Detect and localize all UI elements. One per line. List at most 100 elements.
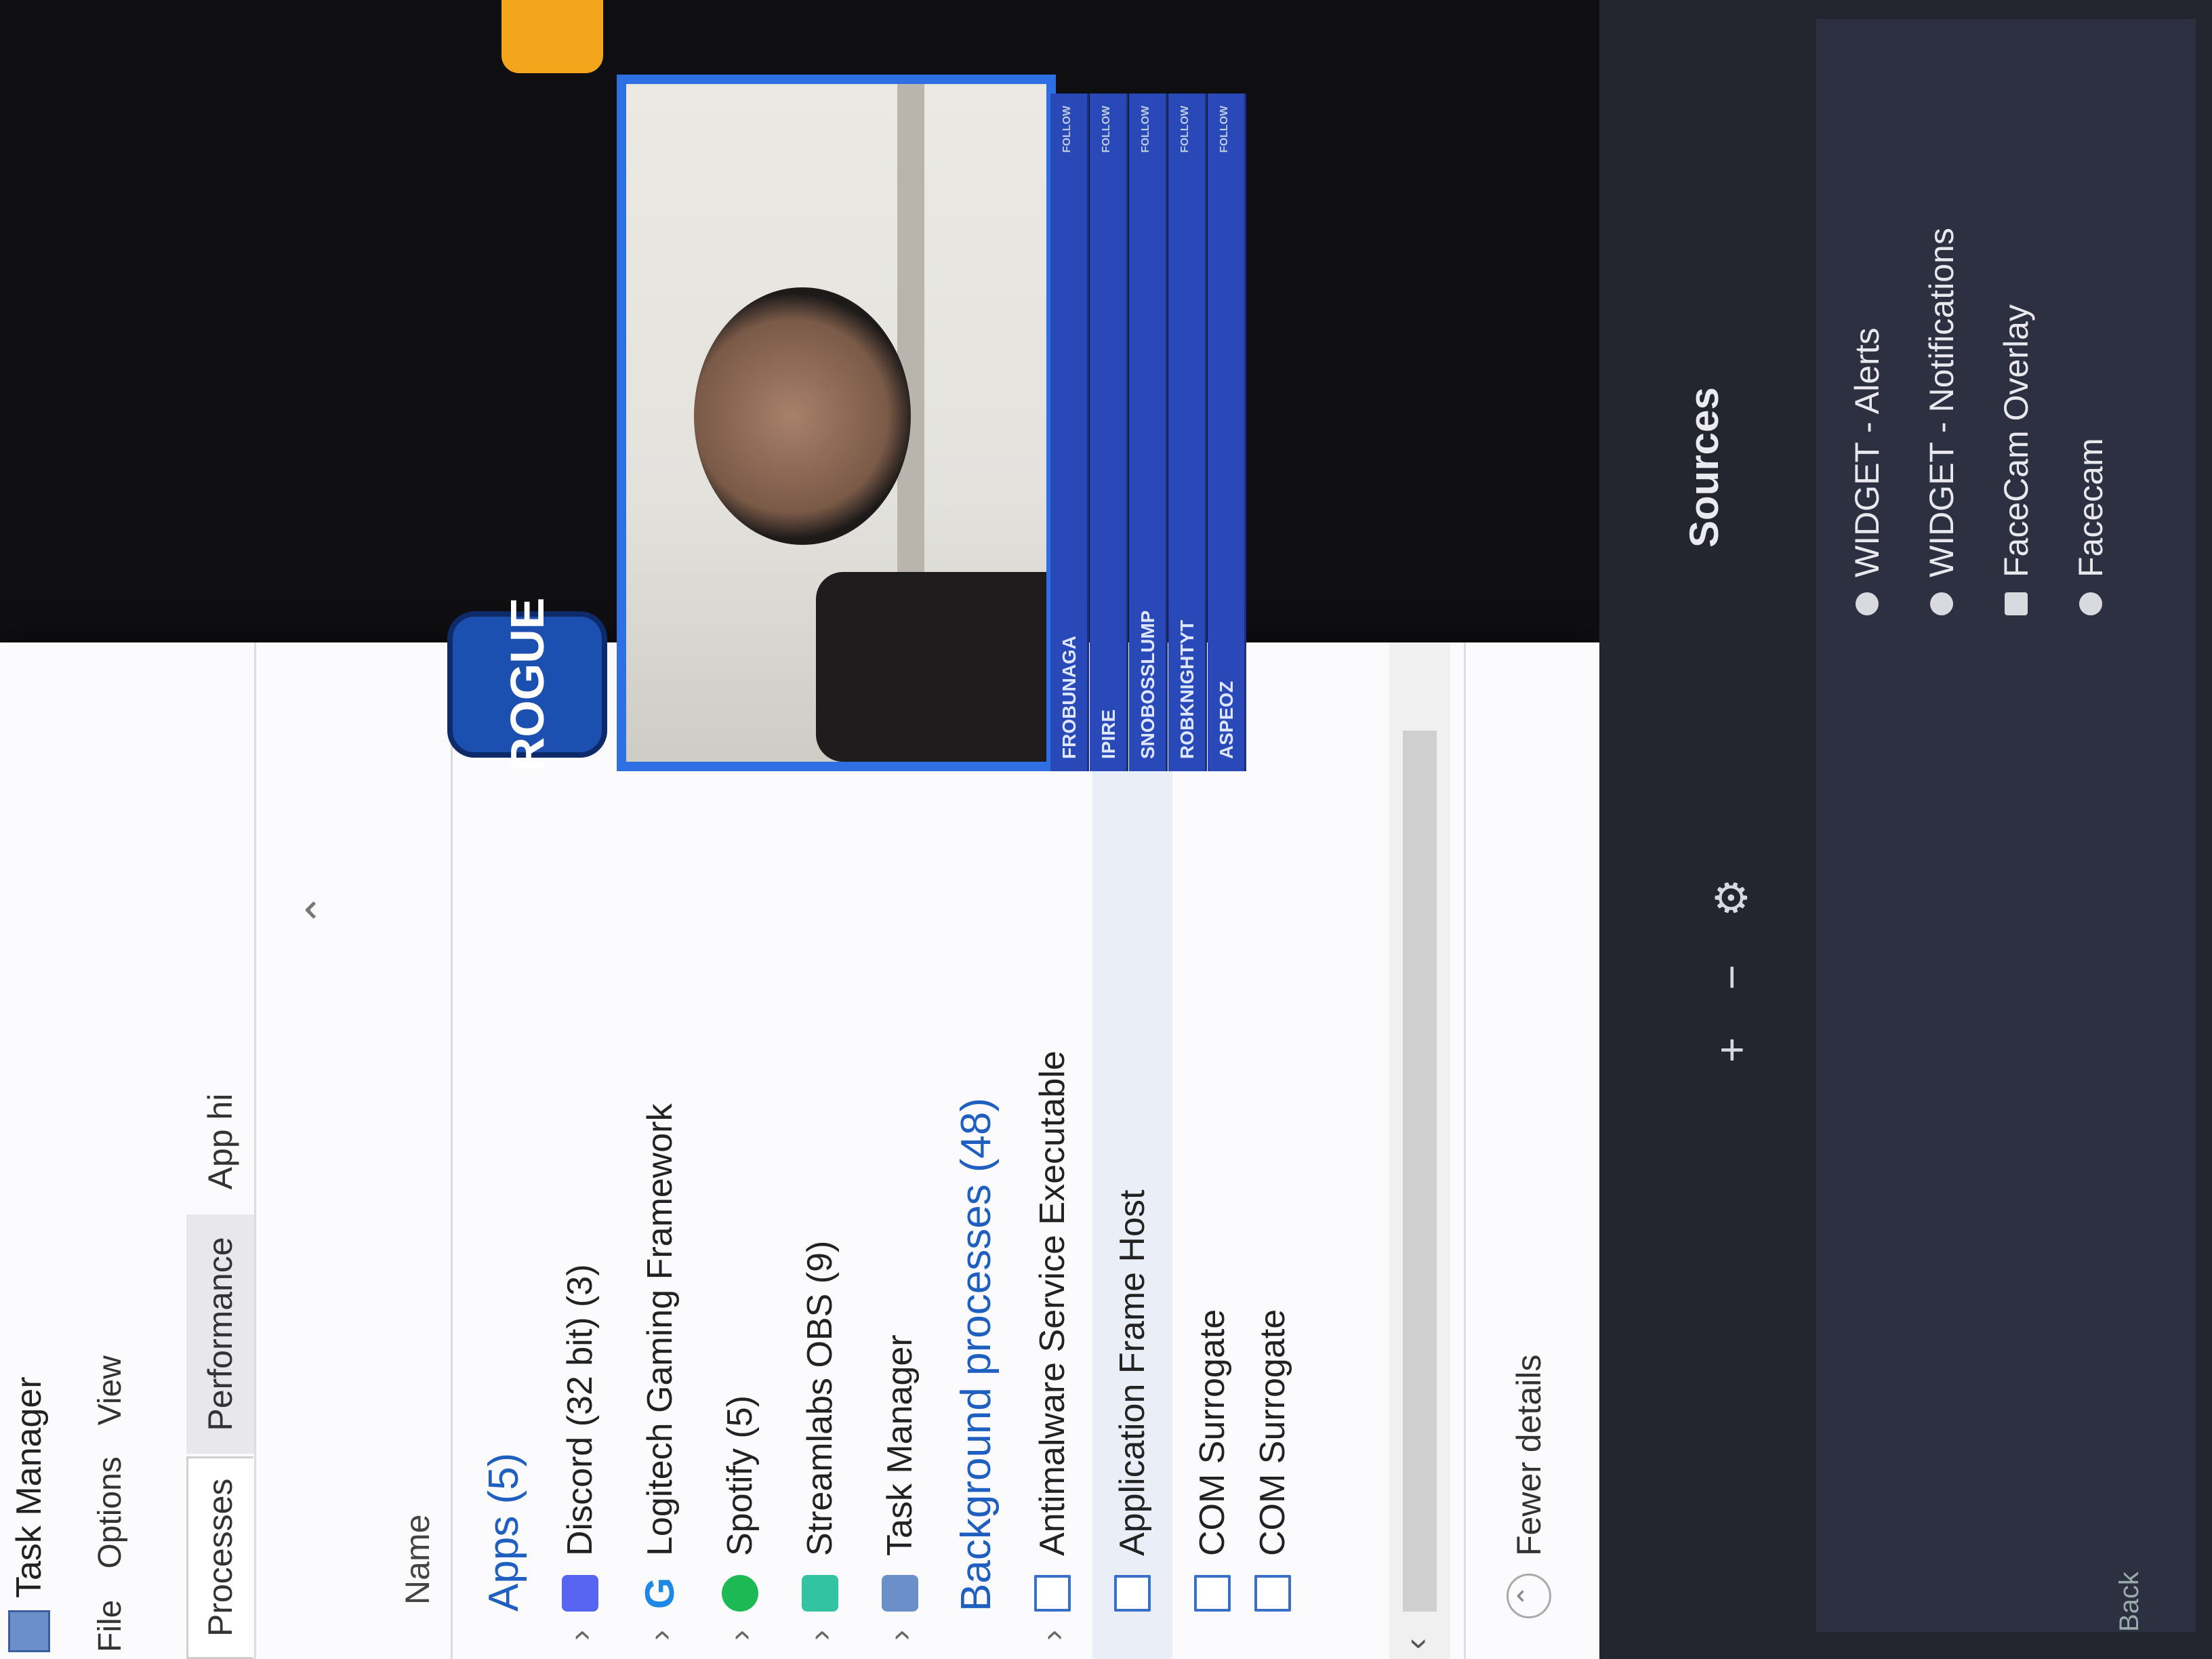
- tab-processes[interactable]: Processes: [186, 1456, 254, 1659]
- process-row[interactable]: Application Frame Host: [1092, 642, 1172, 1659]
- streamlabs-icon: [802, 1575, 838, 1612]
- chevron-right-icon[interactable]: ›: [642, 1612, 679, 1659]
- sources-title: Sources: [1681, 387, 1727, 548]
- task-manager-icon: [8, 1610, 50, 1652]
- back-label[interactable]: Back: [2114, 1572, 2145, 1632]
- logitech-icon: G: [637, 1577, 682, 1610]
- apps-group-header: Apps (5): [480, 1452, 527, 1612]
- follower-row: ROBKNIGHTYT FOLLOW: [1168, 94, 1207, 771]
- tab-bar: Processes Performance App hi: [173, 642, 256, 1659]
- menu-view[interactable]: View: [91, 1355, 129, 1425]
- process-row[interactable]: › Antimalware Service Executable: [1012, 642, 1092, 1659]
- follower-name: IPIRE: [1098, 709, 1119, 759]
- process-row[interactable]: › Streamlabs OBS (9): [780, 642, 860, 1659]
- globe-icon: [1856, 592, 1879, 615]
- scrollbar-thumb[interactable]: [1403, 731, 1437, 1612]
- menu-bar: File Options View: [91, 1355, 129, 1652]
- season-badge: FALL 2018: [501, 0, 603, 73]
- chevron-right-icon[interactable]: ›: [722, 1612, 759, 1659]
- scroll-left-icon[interactable]: ‹: [1396, 1638, 1435, 1650]
- horizontal-scrollbar[interactable]: ‹: [1389, 642, 1450, 1659]
- process-name: Streamlabs OBS (9): [800, 1240, 840, 1556]
- process-row[interactable]: COM Surrogate: [1172, 642, 1252, 1659]
- fewer-details-label: Fewer details: [1510, 1354, 1548, 1556]
- process-name: Task Manager: [880, 1334, 920, 1556]
- process-name: Antimalware Service Executable: [1033, 1050, 1072, 1556]
- process-name: Application Frame Host: [1113, 1189, 1152, 1556]
- chevron-up-circle-icon: ⌃: [1507, 1574, 1551, 1618]
- person-body: [816, 572, 1056, 762]
- fewer-details-button[interactable]: ⌃ Fewer details: [1507, 1355, 1551, 1618]
- source-name: FaceCam Overlay: [1997, 304, 2035, 577]
- window-icon: [1194, 1575, 1231, 1612]
- process-row[interactable]: COM Surrogate: [1252, 642, 1293, 1659]
- team-logo: ROGUE: [441, 598, 617, 771]
- process-name: Logitech Gaming Framework: [640, 1103, 680, 1556]
- task-manager-window: Task Manager File Options View Processes…: [0, 642, 1601, 1659]
- add-source-button[interactable]: +: [1706, 1038, 1757, 1063]
- discord-icon: [562, 1575, 598, 1612]
- obs-sources-panel: + − ⚙ Sources WIDGET - Alerts WIDGET - N…: [1599, 0, 2212, 1659]
- source-item[interactable]: WIDGET - Notifications: [1911, 228, 1972, 615]
- source-item[interactable]: FaceCam Overlay: [1986, 304, 2047, 615]
- follower-tag: FOLLOW: [1140, 106, 1151, 153]
- background-group-header: Background processes (48): [953, 1097, 1000, 1612]
- follower-name: ROBKNIGHTYT: [1176, 619, 1197, 759]
- source-name: Facecam: [2072, 438, 2110, 577]
- column-header: Name: [383, 642, 453, 1659]
- window-icon: [1114, 1575, 1151, 1612]
- remove-source-button[interactable]: −: [1706, 964, 1757, 989]
- source-name: WIDGET - Alerts: [1848, 327, 1886, 577]
- follower-row: IPIRE FOLLOW: [1090, 94, 1128, 771]
- stream-overlay-preview: FALL 2018 ROGUE FROBUNAGA FOLLOW IPIRE F…: [447, 0, 1301, 771]
- sources-list: WIDGET - Alerts WIDGET - Notifications F…: [1816, 19, 2196, 1632]
- process-list: Apps (5) › Discord (32 bit) (3) › G Logi…: [468, 642, 1293, 1659]
- menu-file[interactable]: File: [91, 1600, 129, 1652]
- process-name: Spotify (5): [720, 1395, 760, 1556]
- source-item[interactable]: WIDGET - Alerts: [1837, 327, 1898, 615]
- follower-row: ASPEOZ FOLLOW: [1208, 94, 1246, 771]
- chevron-right-icon[interactable]: ›: [882, 1612, 919, 1659]
- person-head: [694, 287, 911, 545]
- process-row[interactable]: › Discord (32 bit) (3): [540, 642, 620, 1659]
- source-name: WIDGET - Notifications: [1923, 228, 1961, 577]
- task-manager-icon: [882, 1575, 918, 1612]
- process-row[interactable]: › G Logitech Gaming Framework: [620, 642, 700, 1659]
- title-bar: Task Manager: [5, 1376, 53, 1652]
- window-icon: [1254, 1575, 1291, 1612]
- window-icon: [1034, 1575, 1071, 1612]
- follower-row: FROBUNAGA FOLLOW: [1050, 94, 1089, 771]
- rogue-logo: ROGUE: [447, 598, 607, 771]
- source-item[interactable]: Facecam: [2060, 438, 2121, 615]
- window-title: Task Manager: [9, 1376, 49, 1598]
- chevron-up-icon[interactable]: ⌃: [298, 893, 346, 927]
- follower-list: FROBUNAGA FOLLOW IPIRE FOLLOW SNOBOSSLUM…: [1050, 94, 1267, 771]
- gear-icon[interactable]: ⚙: [1706, 878, 1757, 917]
- tab-app-history[interactable]: App hi: [186, 1071, 254, 1212]
- follower-name: FROBUNAGA: [1059, 636, 1080, 759]
- column-name[interactable]: Name: [398, 1515, 437, 1605]
- menu-options[interactable]: Options: [91, 1456, 129, 1568]
- follower-tag: FOLLOW: [1218, 106, 1230, 153]
- follower-tag: FOLLOW: [1179, 106, 1191, 153]
- process-name: Discord (32 bit) (3): [560, 1264, 600, 1556]
- facecam-frame: [617, 75, 1056, 771]
- process-row[interactable]: › Task Manager: [860, 642, 940, 1659]
- screen: Task Manager File Options View Processes…: [0, 0, 2212, 1659]
- spotify-icon: [722, 1575, 758, 1612]
- chevron-right-icon[interactable]: ›: [1034, 1612, 1071, 1659]
- camera-icon: [2079, 592, 2102, 615]
- footer: ⌃ Fewer details: [1464, 642, 1601, 1659]
- follower-name: SNOBOSSLUMP: [1137, 610, 1158, 759]
- image-icon: [2005, 592, 2028, 615]
- tab-performance[interactable]: Performance: [186, 1214, 254, 1454]
- process-row[interactable]: › Spotify (5): [700, 642, 780, 1659]
- follower-tag: FOLLOW: [1061, 106, 1073, 153]
- process-name: COM Surrogate: [1193, 1309, 1232, 1556]
- chevron-right-icon[interactable]: ›: [562, 1612, 599, 1659]
- follower-name: ASPEOZ: [1216, 680, 1237, 759]
- follower-row: SNOBOSSLUMP FOLLOW: [1129, 94, 1168, 771]
- sources-toolbar: + − ⚙: [1694, 588, 1769, 1063]
- globe-icon: [1930, 592, 1953, 615]
- chevron-right-icon[interactable]: ›: [802, 1612, 839, 1659]
